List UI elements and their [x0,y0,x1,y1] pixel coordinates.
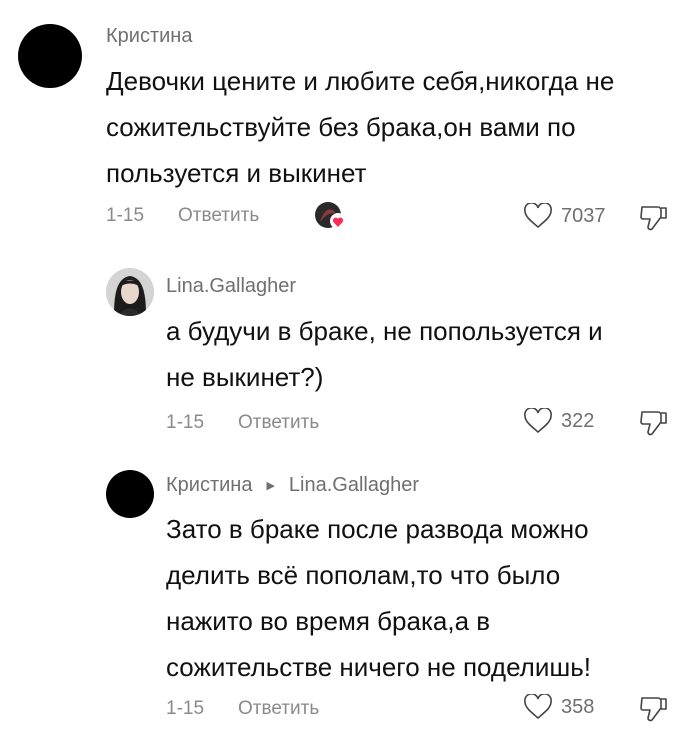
comment-date: 1-15 [166,412,205,433]
heart-outline-icon [524,203,552,229]
heart-outline-icon [524,408,552,434]
creator-liked-badge-icon [314,200,346,230]
avatar[interactable] [106,470,154,518]
dislike-button[interactable] [638,693,670,728]
comment-meta: 1-15 Ответить [106,205,259,227]
comment-meta: 1-15 Ответить [166,412,319,434]
avatar[interactable] [106,268,154,316]
comment-text: Девочки цените и любите себя,никогда не … [106,58,614,196]
like-count: 322 [561,409,595,432]
comment-line: делить всё пополам,то что было [166,560,561,590]
like-count: 7037 [561,204,606,227]
like-button[interactable]: 358 [523,694,594,720]
comment-line: сожительствуйте без брака,он вами по [106,112,576,142]
dislike-icon [640,697,667,722]
comment-meta: 1-15 Ответить [166,698,319,720]
comment-line: сожительстве ничего не поделишь! [166,652,592,682]
reply-button[interactable]: Ответить [238,698,319,720]
comment-text: а будучи в браке, не попользуется и не в… [166,308,603,400]
like-count: 358 [561,695,595,718]
author-name[interactable]: Кристина [166,474,252,497]
comment-line: нажито во время брака,а в [166,606,491,636]
comment-author[interactable]: Кристина ▶ Lina.Gallagher [166,474,419,497]
avatar[interactable] [18,24,82,88]
like-button[interactable]: 7037 [523,203,606,229]
dislike-icon [640,206,667,231]
comment-date: 1-15 [106,205,145,226]
like-button[interactable]: 322 [523,408,594,434]
dislike-button[interactable] [638,407,670,442]
comment-author[interactable]: Кристина [106,25,192,48]
heart-outline-icon [524,694,552,720]
comment-line: пользуется и выкинет [106,158,367,188]
comment-date: 1-15 [166,698,205,719]
author-name[interactable]: Lina.Gallagher [166,275,296,298]
comment-line: а будучи в браке, не попользуется и [166,316,603,346]
comment-line: не выкинет?) [166,362,324,392]
comment-text: Зато в браке после развода можно делить … [166,506,591,690]
comment-line: Девочки цените и любите себя,никогда не [106,66,615,96]
comment-line: Зато в браке после развода можно [166,514,589,544]
author-name[interactable]: Кристина [106,25,192,48]
reply-button[interactable]: Ответить [178,205,259,227]
dislike-button[interactable] [638,202,670,237]
reply-button[interactable]: Ответить [238,412,319,434]
comment-author[interactable]: Lina.Gallagher [166,275,296,298]
dislike-icon [640,411,667,436]
reply-arrow-icon: ▶ [266,480,275,492]
reply-to-name[interactable]: Lina.Gallagher [289,474,419,497]
